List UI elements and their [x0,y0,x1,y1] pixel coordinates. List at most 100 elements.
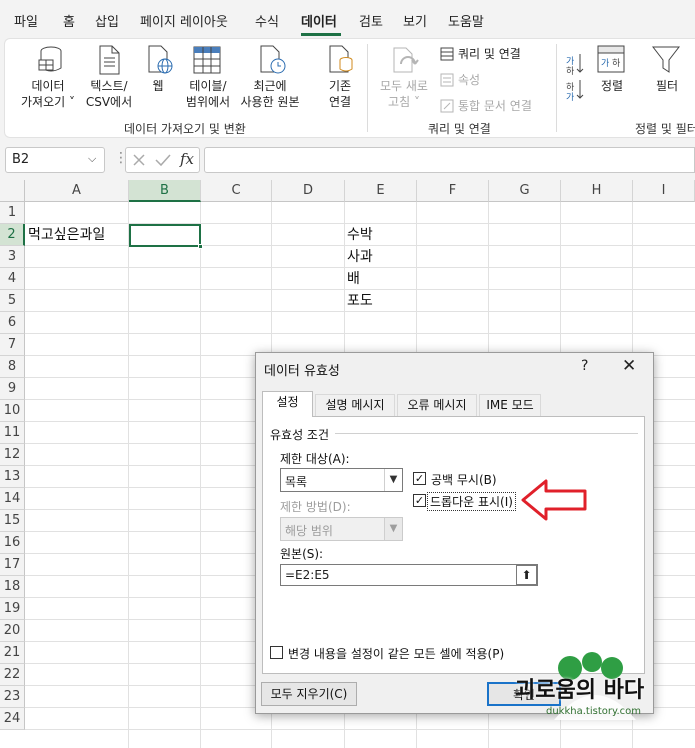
text-file-icon [99,45,120,75]
ribbon-separator [556,44,557,132]
sort-az-icon: 가 하 하 가 [566,54,584,102]
chevron-down-icon[interactable]: ⌵ [88,152,96,166]
svg-text:가: 가 [566,56,574,67]
row-header-16[interactable]: 16 [0,532,25,554]
menu-data[interactable]: 데이터 [301,11,337,30]
existing-connections-button[interactable]: 기존 연결 [320,78,360,110]
check-icon[interactable] [155,153,171,167]
menu-file[interactable]: 파일 [14,11,38,30]
column-header-g[interactable]: G [489,180,561,202]
divider [335,433,638,434]
tab-ime-mode[interactable]: IME 모드 [479,394,541,416]
row-header-18[interactable]: 18 [0,576,25,598]
edit-links-button[interactable]: 통합 문서 연결 [440,97,532,114]
row-header-1[interactable]: 1 [0,202,25,224]
row-header-21[interactable]: 21 [0,642,25,664]
ribbon-separator [367,44,368,132]
menu-page-layout[interactable]: 페이지 레이아웃 [140,11,228,30]
menu-home[interactable]: 홈 [63,11,75,30]
refresh-all-button[interactable]: 모두 새로 고침 ˅ [372,78,436,110]
cell-e3[interactable]: 사과 [347,246,373,268]
row-header-6[interactable]: 6 [0,312,25,334]
select-all-corner[interactable] [0,180,25,202]
table-range-button[interactable]: 테이블/ 범위에서 [180,78,236,110]
row-header-9[interactable]: 9 [0,378,25,400]
column-header-b[interactable]: B [129,180,201,202]
dialog-title: 데이터 유효성 [264,364,340,379]
cell-e2[interactable]: 수박 [347,224,373,246]
source-input[interactable]: =E2:E5 [280,564,538,586]
apply-all-label: 변경 내용을 설정이 같은 모든 셀에 적용(P) [288,647,505,661]
row-header-24[interactable]: 24 [0,708,25,730]
row-header-22[interactable]: 22 [0,664,25,686]
column-header-i[interactable]: I [633,180,695,202]
get-data-button[interactable]: 데이터 가져오기 ˅ [10,78,86,110]
help-icon[interactable]: ? [581,358,588,374]
row-header-23[interactable]: 23 [0,686,25,708]
menu-help[interactable]: 도움말 [448,11,484,30]
data-select[interactable]: 해당 범위 ▼ [280,517,403,541]
data-label: 제한 방법(D): [280,500,351,514]
cancel-icon[interactable] [132,153,146,167]
menu-review[interactable]: 검토 [359,11,383,30]
row-header-2[interactable]: 2 [0,224,25,246]
row-header-10[interactable]: 10 [0,400,25,422]
sort-label: 정렬 [600,79,624,93]
refresh-label-1: 모두 새로 [380,79,428,93]
sort-button[interactable]: 정렬 [592,78,632,94]
row-header-8[interactable]: 8 [0,356,25,378]
allow-select[interactable]: 목록 ▼ [280,468,403,492]
row-header-4[interactable]: 4 [0,268,25,290]
dropdown-checkbox[interactable]: ✓ [413,494,426,507]
text-csv-button[interactable]: 텍스트/ CSV에서 [80,78,138,110]
formula-input[interactable] [204,147,695,173]
svg-text:가: 가 [566,92,574,102]
properties-button[interactable]: 속성 [440,71,480,88]
tab-input-message[interactable]: 설명 메시지 [315,394,395,416]
row-header-13[interactable]: 13 [0,466,25,488]
fill-handle[interactable] [198,244,203,249]
table-icon [193,46,221,74]
row-header-11[interactable]: 11 [0,422,25,444]
menu-view[interactable]: 보기 [403,11,427,30]
row-header-15[interactable]: 15 [0,510,25,532]
row-header-12[interactable]: 12 [0,444,25,466]
row-header-17[interactable]: 17 [0,554,25,576]
selected-cell[interactable] [129,224,201,247]
recent-sources-button[interactable]: 최근에 사용한 원본 [234,78,306,110]
column-header-a[interactable]: A [25,180,129,202]
row-header-7[interactable]: 7 [0,334,25,356]
tab-settings[interactable]: 설정 [262,391,313,417]
column-header-h[interactable]: H [561,180,633,202]
column-header-e[interactable]: E [345,180,417,202]
ignore-blank-checkbox[interactable]: ✓ [413,472,426,485]
row-header-3[interactable]: 3 [0,246,25,268]
clear-all-button[interactable]: 모두 지우기(C) [261,682,357,706]
close-icon[interactable]: ✕ [622,356,636,376]
row-header-14[interactable]: 14 [0,488,25,510]
row-header-5[interactable]: 5 [0,290,25,312]
menu-formulas[interactable]: 수식 [255,11,279,30]
active-tab-indicator [301,33,341,36]
menu-insert[interactable]: 삽입 [95,11,119,30]
column-header-d[interactable]: D [272,180,345,202]
web-icon [148,45,173,74]
insert-function-icon[interactable]: fx [180,150,194,168]
column-header-c[interactable]: C [201,180,272,202]
dropdown-label: 드롭다운 표시(I) [427,492,516,511]
apply-all-checkbox[interactable] [270,646,283,659]
row-header-20[interactable]: 20 [0,620,25,642]
chevron-down-icon: ▼ [384,469,402,491]
table-range-label-1: 테이블/ [189,79,227,93]
column-header-f[interactable]: F [417,180,489,202]
collapse-dialog-button[interactable]: ⬆ [516,565,537,585]
cell-e4[interactable]: 배 [347,268,360,290]
row-header-19[interactable]: 19 [0,598,25,620]
queries-connections-button[interactable]: 쿼리 및 연결 [440,45,521,62]
cell-e5[interactable]: 포도 [347,290,373,312]
edit-links-label: 통합 문서 연결 [458,99,532,113]
filter-button[interactable]: 필터 [648,78,686,94]
cell-a2[interactable]: 먹고싶은과일 [28,224,105,246]
tab-error-alert[interactable]: 오류 메시지 [397,394,477,416]
web-button[interactable]: 웹 [140,78,176,94]
